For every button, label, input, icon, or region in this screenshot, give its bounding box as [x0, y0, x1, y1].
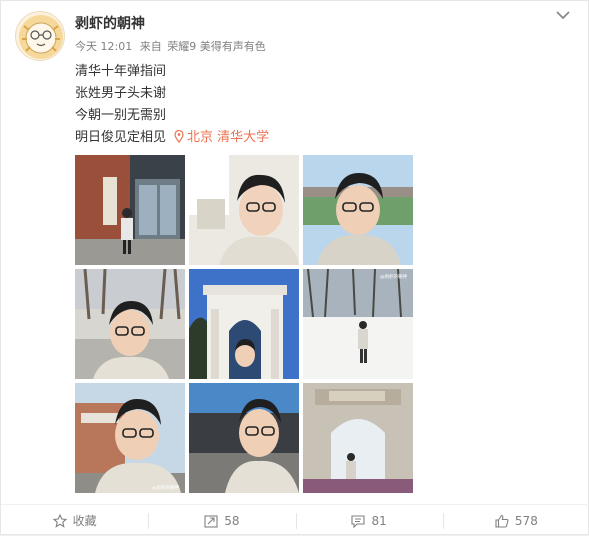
post-time[interactable]: 今天 12:01: [75, 40, 132, 53]
star-icon: [52, 513, 67, 528]
photo-tsinghua-gate[interactable]: [189, 269, 299, 379]
photo-selfie-indoor[interactable]: [189, 155, 299, 265]
thumbs-up-icon: [495, 514, 509, 528]
photo-selfie-field[interactable]: [303, 155, 413, 265]
repost-count: 58: [224, 513, 240, 528]
repost-icon: [204, 514, 218, 528]
action-bar: 收藏 58 81 578: [1, 504, 589, 536]
avatar[interactable]: [15, 11, 65, 61]
source-prefix: 来自: [139, 40, 162, 53]
username[interactable]: 剥虾的朝神: [75, 13, 145, 33]
post-text: 清华十年弹指间 张姓男子头未谢 今朝一别无需别 明日俊见定相见 北京 清华大学: [75, 61, 269, 149]
photo-selfie-building[interactable]: @剥虾的朝神: [75, 383, 185, 493]
comment-icon: [351, 514, 366, 528]
post-text-line: 今朝一别无需别: [75, 108, 167, 123]
chevron-down-icon: [556, 11, 570, 20]
post-meta: 今天 12:01 来自 荣耀9 美得有声有色: [75, 38, 270, 54]
favorite-label: 收藏: [72, 514, 97, 528]
post-text-line: 明日俊见定相见: [75, 130, 167, 145]
like-count: 578: [514, 513, 538, 528]
post-text-line: 张姓男子头未谢: [75, 86, 167, 101]
favorite-button[interactable]: 收藏: [1, 511, 148, 531]
location-text: 北京 清华大学: [187, 130, 270, 145]
photo-snow-field[interactable]: @剥虾的朝神: [303, 269, 413, 379]
photo-grid: @剥虾的朝神 @剥虾的朝神: [75, 155, 413, 493]
post-text-line: 清华十年弹指间: [75, 64, 167, 79]
device-source[interactable]: 荣耀9 美得有声有色: [167, 40, 266, 53]
watermark-text: @剥虾的朝神: [152, 484, 179, 491]
comment-count: 81: [371, 513, 387, 528]
photo-old-gate[interactable]: [303, 383, 413, 493]
more-options-button[interactable]: [552, 7, 574, 23]
photo-selfie-street[interactable]: [189, 383, 299, 493]
location-link[interactable]: 北京 清华大学: [174, 129, 270, 145]
photo-building-entrance[interactable]: [75, 155, 185, 265]
post-text-line-with-location: 明日俊见定相见 北京 清华大学: [75, 127, 269, 149]
like-button[interactable]: 578: [442, 511, 589, 531]
lion-avatar-icon: [19, 15, 63, 59]
repost-button[interactable]: 58: [148, 511, 295, 531]
weibo-post-card: 剥虾的朝神 今天 12:01 来自 荣耀9 美得有声有色 清华十年弹指间 张姓男…: [0, 0, 589, 535]
photo-selfie-avenue[interactable]: [75, 269, 185, 379]
comment-button[interactable]: 81: [295, 511, 443, 531]
location-pin-icon: [174, 129, 184, 143]
watermark-text: @剥虾的朝神: [380, 273, 407, 280]
